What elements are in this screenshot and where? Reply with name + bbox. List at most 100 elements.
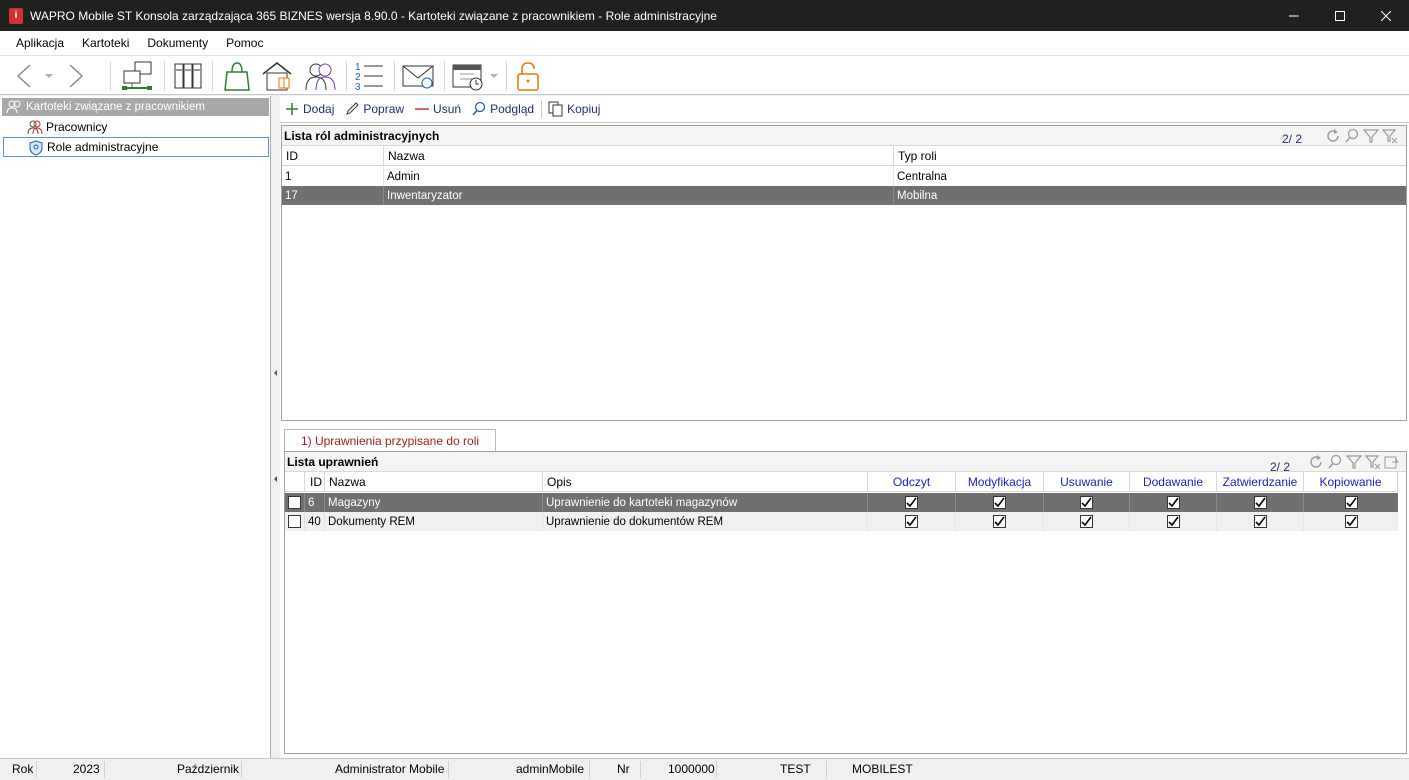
col-header-nazwa[interactable]: Nazwa bbox=[325, 472, 543, 492]
minimize-icon bbox=[1289, 15, 1299, 16]
checked-checkbox[interactable] bbox=[1080, 496, 1093, 509]
shield-icon bbox=[29, 140, 43, 156]
perm-grid-title: Lista uprawnień bbox=[285, 452, 1406, 472]
copy-label: Kopiuj bbox=[567, 102, 601, 116]
row-checkbox[interactable] bbox=[288, 496, 301, 509]
checked-checkbox[interactable] bbox=[1166, 515, 1180, 528]
col-header-odczyt[interactable]: Odczyt bbox=[868, 472, 956, 492]
col-header-dodawanie[interactable]: Dodawanie bbox=[1130, 472, 1217, 492]
col-header-usuwanie[interactable]: Usuwanie bbox=[1044, 472, 1130, 492]
chevron-down-icon[interactable] bbox=[42, 58, 56, 94]
edit-label: Popraw bbox=[363, 102, 405, 116]
filter-icon[interactable] bbox=[1363, 128, 1379, 144]
table-row[interactable]: 1 Admin Centralna bbox=[282, 167, 1406, 186]
refresh-icon[interactable] bbox=[1308, 454, 1324, 470]
export-icon[interactable] bbox=[1384, 454, 1400, 470]
back-arrow-icon[interactable] bbox=[12, 58, 36, 94]
tree-item-role-administracyjne[interactable]: Role administracyjne bbox=[3, 137, 269, 157]
cell-nazwa: Admin bbox=[384, 167, 894, 186]
col-header-opis[interactable]: Opis bbox=[543, 472, 868, 492]
cell-odczyt[interactable] bbox=[868, 493, 956, 512]
cell-modyfikacja[interactable] bbox=[956, 512, 1044, 531]
menu-kartoteki[interactable]: Kartoteki bbox=[73, 36, 138, 50]
checkmark-icon bbox=[1254, 516, 1266, 527]
checked-checkbox[interactable] bbox=[1253, 496, 1267, 509]
tree-root[interactable]: Kartoteki związane z pracownikiem bbox=[2, 98, 269, 116]
row-select-cell[interactable] bbox=[285, 512, 305, 531]
col-header-modyfikacja[interactable]: Modyfikacja bbox=[956, 472, 1044, 492]
splitter[interactable] bbox=[271, 96, 280, 758]
collapse-left-icon[interactable] bbox=[271, 364, 280, 384]
col-header-id[interactable]: ID bbox=[282, 146, 384, 166]
calendar-icon[interactable] bbox=[450, 58, 486, 94]
forward-arrow-icon[interactable] bbox=[64, 58, 88, 94]
tree-item-pracownicy[interactable]: Pracownicy bbox=[3, 117, 269, 137]
tab-uprawnienia[interactable]: 1) Uprawnienia przypisane do roli bbox=[284, 429, 496, 451]
cell-kopiowanie[interactable] bbox=[1304, 512, 1398, 531]
maximize-button[interactable] bbox=[1317, 0, 1363, 31]
refresh-icon[interactable] bbox=[1325, 128, 1341, 144]
shopping-bag-icon[interactable] bbox=[220, 58, 254, 94]
plus-icon bbox=[286, 103, 298, 115]
clear-filter-icon[interactable] bbox=[1382, 128, 1398, 144]
close-button[interactable] bbox=[1363, 0, 1409, 31]
search-icon[interactable] bbox=[1327, 454, 1343, 470]
cell-dodawanie[interactable] bbox=[1130, 512, 1217, 531]
col-header-id[interactable]: ID bbox=[305, 472, 325, 492]
col-header-zatwierdzanie[interactable]: Zatwierdzanie bbox=[1217, 472, 1304, 492]
table-row[interactable]: 6 Magazyny Uprawnienie do kartoteki maga… bbox=[285, 493, 1398, 512]
cell-modyfikacja[interactable] bbox=[956, 493, 1044, 512]
add-button[interactable]: Dodaj bbox=[284, 101, 334, 117]
edit-button[interactable]: Popraw bbox=[344, 101, 404, 117]
checked-checkbox[interactable] bbox=[993, 515, 1006, 528]
checkmark-icon bbox=[994, 516, 1005, 527]
clear-filter-icon[interactable] bbox=[1365, 454, 1381, 470]
checked-checkbox[interactable] bbox=[993, 496, 1006, 509]
table-row[interactable]: 17 Inwentaryzator Mobilna bbox=[282, 186, 1406, 205]
row-checkbox[interactable] bbox=[288, 515, 301, 528]
checked-checkbox[interactable] bbox=[905, 515, 918, 528]
checked-checkbox[interactable] bbox=[1344, 515, 1358, 528]
checkmark-icon bbox=[994, 497, 1005, 508]
cell-odczyt[interactable] bbox=[868, 512, 956, 531]
chevron-down-icon[interactable] bbox=[488, 58, 500, 94]
warehouse-icon[interactable] bbox=[260, 58, 296, 94]
cell-opis: Uprawnienie do kartoteki magazynów bbox=[543, 493, 868, 512]
checked-checkbox[interactable] bbox=[1253, 515, 1267, 528]
preview-button[interactable]: Podgląd bbox=[471, 101, 534, 117]
filter-icon[interactable] bbox=[1346, 454, 1362, 470]
permissions-grid: Lista uprawnień 2/ 2 ID Nazwa Opis Odczy… bbox=[284, 451, 1407, 754]
row-select-cell[interactable] bbox=[285, 493, 305, 512]
checked-checkbox[interactable] bbox=[1344, 496, 1358, 509]
cell-usuwanie[interactable] bbox=[1044, 493, 1130, 512]
checked-checkbox[interactable] bbox=[1080, 515, 1093, 528]
checked-checkbox[interactable] bbox=[1166, 496, 1180, 509]
col-header-typ-roli[interactable]: Typ roli bbox=[894, 146, 1406, 166]
mail-icon[interactable] bbox=[400, 58, 436, 94]
table-row[interactable]: 40 Dokumenty REM Uprawnienie do dokument… bbox=[285, 512, 1398, 531]
delete-button[interactable]: Usuń bbox=[414, 101, 461, 117]
menu-dokumenty[interactable]: Dokumenty bbox=[138, 36, 217, 50]
cell-zatwierdzanie[interactable] bbox=[1217, 493, 1304, 512]
cell-kopiowanie[interactable] bbox=[1304, 493, 1398, 512]
menu-aplikacja[interactable]: Aplikacja bbox=[7, 36, 73, 50]
users-icon[interactable] bbox=[302, 58, 338, 94]
numbered-list-icon[interactable]: 123 bbox=[352, 58, 386, 94]
menu-pomoc[interactable]: Pomoc bbox=[217, 36, 272, 50]
cell-id: 40 bbox=[305, 512, 325, 531]
binders-icon[interactable] bbox=[172, 58, 204, 94]
search-icon[interactable] bbox=[1344, 128, 1360, 144]
collapse-left-icon[interactable] bbox=[271, 470, 280, 490]
cell-dodawanie[interactable] bbox=[1130, 493, 1217, 512]
lock-icon[interactable] bbox=[512, 58, 544, 94]
toolbar-separator bbox=[346, 61, 347, 91]
checked-checkbox[interactable] bbox=[905, 496, 918, 509]
network-icon[interactable] bbox=[120, 58, 156, 94]
cell-zatwierdzanie[interactable] bbox=[1217, 512, 1304, 531]
col-header-kopiowanie[interactable]: Kopiowanie bbox=[1304, 472, 1398, 492]
cell-id: 6 bbox=[305, 493, 325, 512]
cell-usuwanie[interactable] bbox=[1044, 512, 1130, 531]
copy-button[interactable]: Kopiuj bbox=[548, 101, 600, 117]
minimize-button[interactable] bbox=[1271, 0, 1317, 31]
col-header-nazwa[interactable]: Nazwa bbox=[384, 146, 894, 166]
